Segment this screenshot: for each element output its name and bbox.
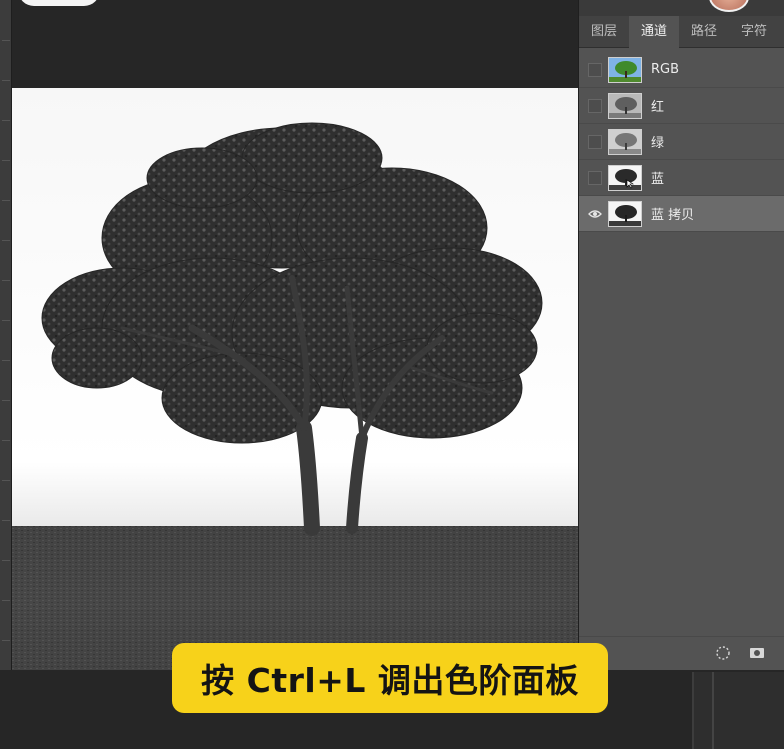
- tab-paths[interactable]: 路径: [679, 16, 729, 48]
- channel-label: RGB: [651, 62, 680, 77]
- channel-row-blue[interactable]: 蓝: [579, 160, 784, 196]
- document-canvas[interactable]: [12, 88, 578, 670]
- channel-thumbnail: [608, 164, 642, 191]
- channel-label: 蓝: [651, 172, 665, 187]
- workspace-top: [12, 0, 578, 88]
- channel-row-green[interactable]: 绿: [579, 124, 784, 160]
- panel-header-bar: [579, 0, 784, 16]
- visibility-toggle[interactable]: [588, 98, 602, 113]
- ruler-tick: [2, 160, 10, 161]
- channel-thumbnail: [608, 128, 642, 155]
- channel-thumbnail: [608, 56, 642, 83]
- tutorial-caption: 按 Ctrl+L 调出色阶面板: [172, 643, 608, 713]
- photoshop-window: 图层 通道 路径 字符 RGB 红 绿 蓝 蓝 拷贝 按 Ctrl+L 调出色阶…: [0, 0, 784, 749]
- eye-icon[interactable]: [588, 207, 602, 221]
- tab-character[interactable]: 字符: [729, 16, 779, 48]
- channel-label: 红: [651, 100, 665, 115]
- ruler-tick: [2, 440, 10, 441]
- overlay-corner: [18, 0, 100, 6]
- channel-label: 绿: [651, 136, 665, 151]
- ruler-tick: [2, 200, 10, 201]
- ruler-tick: [2, 240, 10, 241]
- visibility-toggle[interactable]: [588, 134, 602, 149]
- visibility-toggle[interactable]: [588, 62, 602, 77]
- ruler-tick: [2, 320, 10, 321]
- panel-footer: [579, 636, 784, 670]
- ruler-tick: [2, 400, 10, 401]
- ruler-tick: [2, 480, 10, 481]
- channel-row-rgb[interactable]: RGB: [579, 52, 784, 88]
- channel-row-blue-copy[interactable]: 蓝 拷贝: [579, 196, 784, 232]
- channel-mask-icon[interactable]: [749, 645, 765, 661]
- channel-thumbnail: [608, 92, 642, 119]
- channel-thumbnail: [608, 200, 642, 227]
- ruler-tick: [2, 80, 10, 81]
- visibility-toggle[interactable]: [588, 170, 602, 185]
- panel-tabs: 图层 通道 路径 字符: [579, 16, 784, 48]
- channels-panel: 图层 通道 路径 字符 RGB 红 绿 蓝 蓝 拷贝: [578, 0, 784, 670]
- dotted-circle-selection-icon[interactable]: [715, 645, 731, 661]
- ruler-tick: [2, 640, 10, 641]
- ruler-tick: [2, 600, 10, 601]
- left-ruler: [0, 0, 12, 749]
- bottom-panel-edge: [692, 672, 784, 749]
- ruler-tick: [2, 520, 10, 521]
- tab-channels[interactable]: 通道: [629, 16, 680, 48]
- channel-row-red[interactable]: 红: [579, 88, 784, 124]
- ruler-tick: [2, 40, 10, 41]
- ruler-tick: [2, 280, 10, 281]
- tab-layers[interactable]: 图层: [579, 16, 629, 48]
- ruler-tick: [2, 360, 10, 361]
- channel-label: 蓝 拷贝: [651, 208, 695, 223]
- ruler-tick: [2, 120, 10, 121]
- ruler-tick: [2, 560, 10, 561]
- tree-photo: [12, 88, 578, 670]
